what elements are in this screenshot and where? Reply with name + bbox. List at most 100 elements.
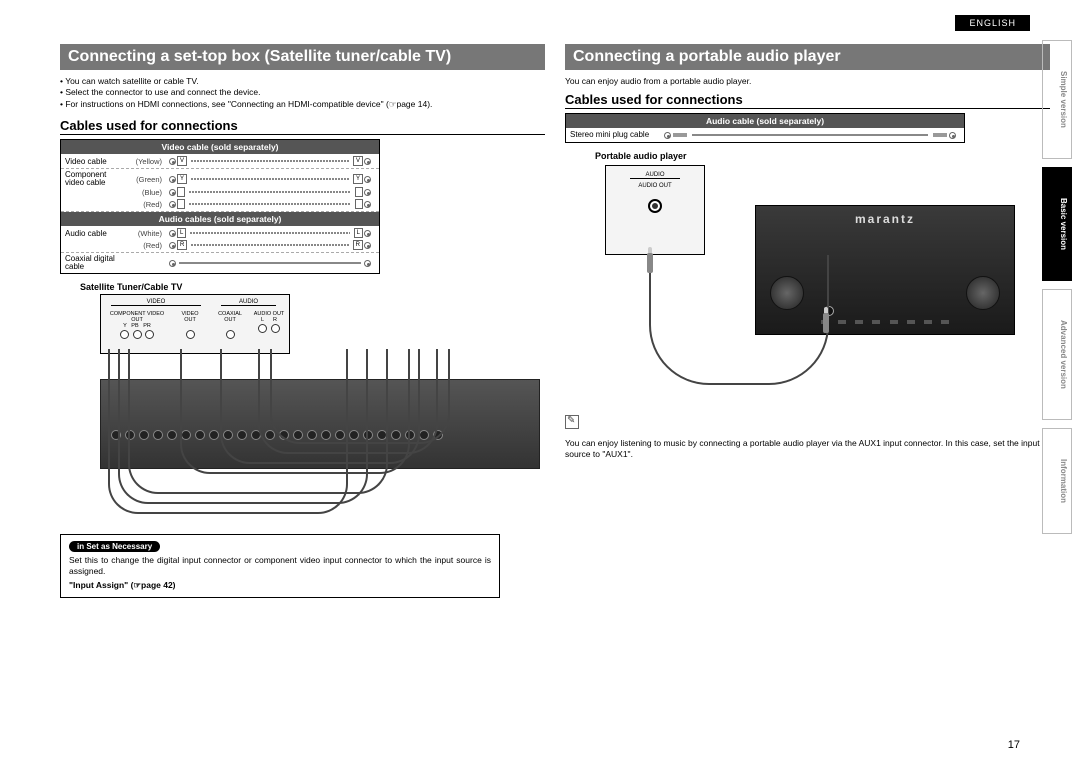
cable-table-right: Audio cable (sold separately) Stereo min… [565,113,965,143]
button-icon [924,320,932,324]
cable-table-left: Video cable (sold separately) Video cabl… [60,139,380,274]
cable-color: (Yellow) [125,157,165,166]
plug-tag: V [353,156,363,166]
note-box-input-assign: in Set as Necessary Set this to change t… [60,534,500,597]
button-icon [872,320,880,324]
plug-icon [364,158,371,165]
bullet: Select the connector to use and connect … [60,87,545,98]
row-component-g: Component video cable (Green) Y Y [61,169,379,187]
port-group-component: COMPONENT VIDEO OUT Y PB PR [107,311,167,342]
tab-information[interactable]: Information [1042,428,1072,534]
label: AUDIO OUT [606,183,704,189]
rca-port-icon [258,324,267,333]
note-text: You can enjoy listening to music by conn… [565,438,1050,460]
label: AUDIO [630,172,680,179]
cable-color: (Red) [125,241,165,250]
cable-graphic: V V [165,156,375,166]
side-navigation: Simple version Basic version Advanced ve… [1042,40,1072,534]
cable-graphic: L L [165,228,375,238]
wire-icon [190,232,349,234]
wire-icon [191,244,348,246]
plug-tag: Y [353,174,363,184]
rca-port-icon [133,330,142,339]
cables-heading-right: Cables used for connections [565,92,1050,109]
button-icon [941,320,949,324]
port-sublabel: Y PB PR [107,323,167,329]
cable-graphic [165,187,375,197]
note-text: Set this to change the digital input con… [69,555,491,577]
row-audio-r: (Red) R R [61,238,379,253]
settop-device: VIDEO AUDIO COMPONENT VIDEO OUT Y PB PR … [100,294,290,354]
cable-graphic [660,130,960,140]
rca-port-icon [120,330,129,339]
cable-path [270,349,450,444]
button-icon [907,320,915,324]
note-icon [565,415,579,429]
plug-icon [364,260,371,267]
row-audio-w: Audio cable (White) L L [61,226,379,238]
cable-header-video: Video cable (sold separately) [61,140,379,154]
cable-header-audio-r: Audio cable (sold separately) [566,114,964,128]
diagram-settop: VIDEO AUDIO COMPONENT VIDEO OUT Y PB PR … [60,294,540,524]
jack-plug-icon [933,133,947,137]
plug-icon [364,189,371,196]
front-buttons [816,320,954,324]
plug-tag: Y [177,174,187,184]
cable-graphic [165,258,375,268]
device-label-stb: Satellite Tuner/Cable TV [80,282,545,292]
port-group-coax: COAXIAL OUT [213,311,247,342]
port-label: COAXIAL OUT [213,311,247,323]
plug-tag [177,187,185,197]
cable-color: (White) [125,229,165,238]
plug-icon [169,242,176,249]
cable-name: Component video cable [65,171,125,187]
plug-tag: R [353,240,363,250]
tab-advanced[interactable]: Advanced version [1042,289,1072,420]
wire-icon [692,134,928,136]
plug-icon [949,132,956,139]
plug-icon [169,176,176,183]
port-label: VIDEO OUT [175,311,205,323]
jack-plug-icon [823,313,829,333]
button-icon [855,320,863,324]
jack-plug-icon [647,253,653,273]
button-icon [838,320,846,324]
plug-tag: V [177,156,187,166]
rca-port-icon [271,324,280,333]
button-icon [890,320,898,324]
plug-tag [177,199,185,209]
cable-graphic [165,199,375,209]
cable-header-audio: Audio cables (sold separately) [61,212,379,226]
plug-icon [169,158,176,165]
cable-name: Coaxial digital cable [65,255,125,271]
wire-icon [191,178,349,180]
settop-intro-bullets: You can watch satellite or cable TV. Sel… [60,76,545,110]
cable-graphic: Y Y [165,174,375,184]
plug-tag: L [177,228,186,238]
port-group-audio: AUDIO OUT L R [251,311,287,336]
row-component-b: (Blue) [61,187,379,197]
column-left: Connecting a set-top box (Satellite tune… [60,44,545,598]
cable-graphic: R R [165,240,375,250]
plug-icon [364,230,371,237]
port-label: COMPONENT VIDEO OUT [107,311,167,323]
plug-tag: R [177,240,187,250]
tab-basic[interactable]: Basic version [1042,167,1072,281]
portable-note: You can enjoy listening to music by conn… [565,415,1050,460]
diagram-portable: AUDIO AUDIO OUT marantz [565,165,1025,395]
cable-color: (Red) [125,200,165,209]
cable-color: (Green) [125,175,165,184]
plug-tag: L [354,228,363,238]
plug-icon [169,201,176,208]
plug-tag [355,199,363,209]
volume-knob-icon [966,276,1000,310]
wire-icon [189,191,352,193]
row-stereo-mini: Stereo mini plug cable [566,128,964,142]
rca-port-icon [186,330,195,339]
row-coax: Coaxial digital cable [61,253,379,273]
page-number: 17 [1008,739,1020,751]
plug-tag [355,187,363,197]
portable-intro: You can enjoy audio from a portable audi… [565,76,1050,86]
tab-simple[interactable]: Simple version [1042,40,1072,159]
cable-name: Stereo mini plug cable [570,131,660,140]
